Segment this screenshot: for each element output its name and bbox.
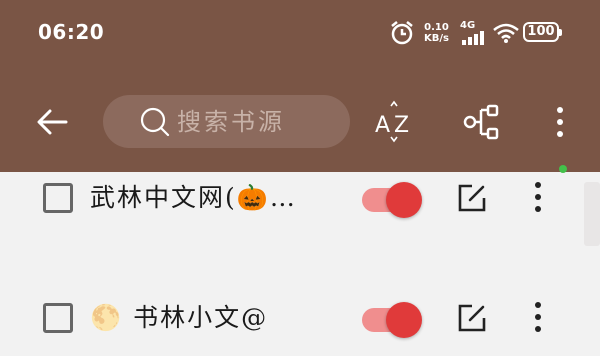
edit-button[interactable]	[456, 182, 488, 214]
toggle-knob	[386, 302, 422, 338]
app-bar: 06:20 0.10 KB/s 4G 100 搜索书源 A Z	[0, 0, 600, 172]
more-vert-icon	[535, 302, 541, 332]
search-box[interactable]	[103, 95, 350, 148]
svg-text:A: A	[375, 113, 390, 138]
edit-icon	[458, 184, 486, 212]
more-vert-icon	[535, 182, 541, 212]
search-input[interactable]	[175, 101, 349, 143]
scrollbar[interactable]	[584, 182, 600, 246]
sort-button[interactable]: A Z	[372, 100, 416, 144]
list-item[interactable]: 🌕 书林小文@	[0, 296, 600, 356]
svg-text:Z: Z	[394, 113, 409, 138]
sort-az-icon: A Z	[375, 100, 409, 143]
net-speed-unit: KB/s	[424, 33, 449, 44]
item-more-button[interactable]	[530, 300, 546, 336]
item-more-button[interactable]	[530, 180, 546, 216]
scroll-indicator-dot	[559, 165, 567, 173]
signal-icon	[462, 31, 484, 45]
status-bar: 06:20 0.10 KB/s 4G 100	[0, 0, 600, 66]
edit-button[interactable]	[456, 302, 488, 334]
source-name: 武林中文网(🎃…	[90, 183, 297, 212]
net-speed: 0.10 KB/s	[424, 22, 449, 44]
enable-toggle[interactable]	[362, 302, 422, 338]
arrow-left-icon	[37, 109, 68, 135]
battery-indicator: 100	[523, 22, 562, 42]
select-checkbox[interactable]	[43, 303, 73, 333]
network-type: 4G	[460, 20, 476, 31]
group-button[interactable]	[460, 100, 504, 144]
toggle-knob	[386, 182, 422, 218]
back-button[interactable]	[30, 100, 74, 144]
source-name: 🌕 书林小文@	[90, 303, 269, 332]
wifi-icon	[493, 23, 519, 43]
enable-toggle[interactable]	[362, 182, 422, 218]
alarm-icon	[391, 21, 413, 45]
source-list: 武林中文网(🎃… 🌕 书林小文@	[0, 172, 600, 338]
group-icon	[463, 104, 499, 140]
status-time: 06:20	[38, 20, 105, 44]
edit-icon	[458, 304, 486, 332]
net-speed-value: 0.10	[424, 22, 449, 33]
search-icon	[140, 107, 170, 137]
list-item[interactable]: 武林中文网(🎃…	[0, 176, 600, 236]
more-vert-icon	[557, 107, 563, 137]
select-checkbox[interactable]	[43, 183, 73, 213]
more-options-button[interactable]	[546, 100, 574, 144]
